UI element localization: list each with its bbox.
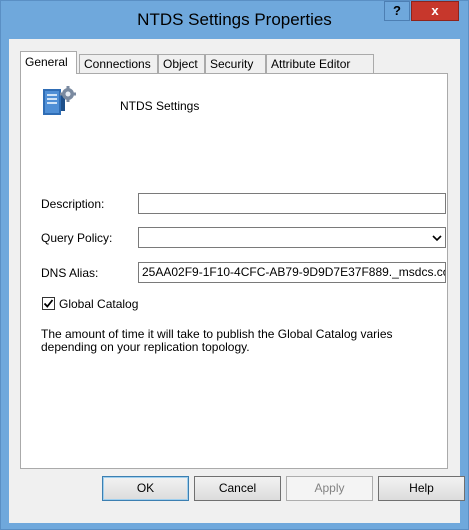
tab-attribute-editor[interactable]: Attribute Editor	[266, 54, 374, 73]
tab-connections[interactable]: Connections	[79, 54, 158, 73]
cancel-button[interactable]: Cancel	[194, 476, 281, 501]
description-label: Description:	[41, 197, 105, 211]
general-tab-panel: NTDS Settings Description: Query Policy:…	[20, 73, 448, 469]
dns-alias-label: DNS Alias:	[41, 266, 99, 280]
checkmark-icon	[43, 299, 54, 308]
ok-button[interactable]: OK	[102, 476, 189, 501]
close-button[interactable]: x	[411, 1, 459, 21]
ntds-settings-icon	[43, 86, 76, 115]
dns-alias-field[interactable]: 25AA02F9-1F10-4CFC-AB79-9D9D7E37F889._ms…	[138, 262, 446, 283]
tab-general[interactable]: General	[20, 51, 77, 74]
dialog-client-area: General Connections Object Security Attr…	[9, 39, 465, 523]
global-catalog-checkbox[interactable]	[42, 297, 55, 310]
global-catalog-label[interactable]: Global Catalog	[59, 297, 138, 311]
replication-note: The amount of time it will take to publi…	[41, 327, 393, 354]
tab-object[interactable]: Object	[158, 54, 205, 73]
chevron-down-icon[interactable]	[432, 233, 442, 243]
apply-button[interactable]: Apply	[286, 476, 373, 501]
query-policy-select[interactable]	[138, 227, 446, 248]
title-bar[interactable]: NTDS Settings Properties ? x	[1, 1, 468, 39]
tab-security[interactable]: Security	[205, 54, 266, 73]
help-title-button[interactable]: ?	[384, 1, 410, 21]
help-button[interactable]: Help	[378, 476, 465, 501]
object-name: NTDS Settings	[120, 99, 200, 113]
properties-dialog: NTDS Settings Properties ? x General Con…	[0, 0, 469, 530]
description-field[interactable]	[138, 193, 446, 214]
query-policy-label: Query Policy:	[41, 231, 113, 245]
